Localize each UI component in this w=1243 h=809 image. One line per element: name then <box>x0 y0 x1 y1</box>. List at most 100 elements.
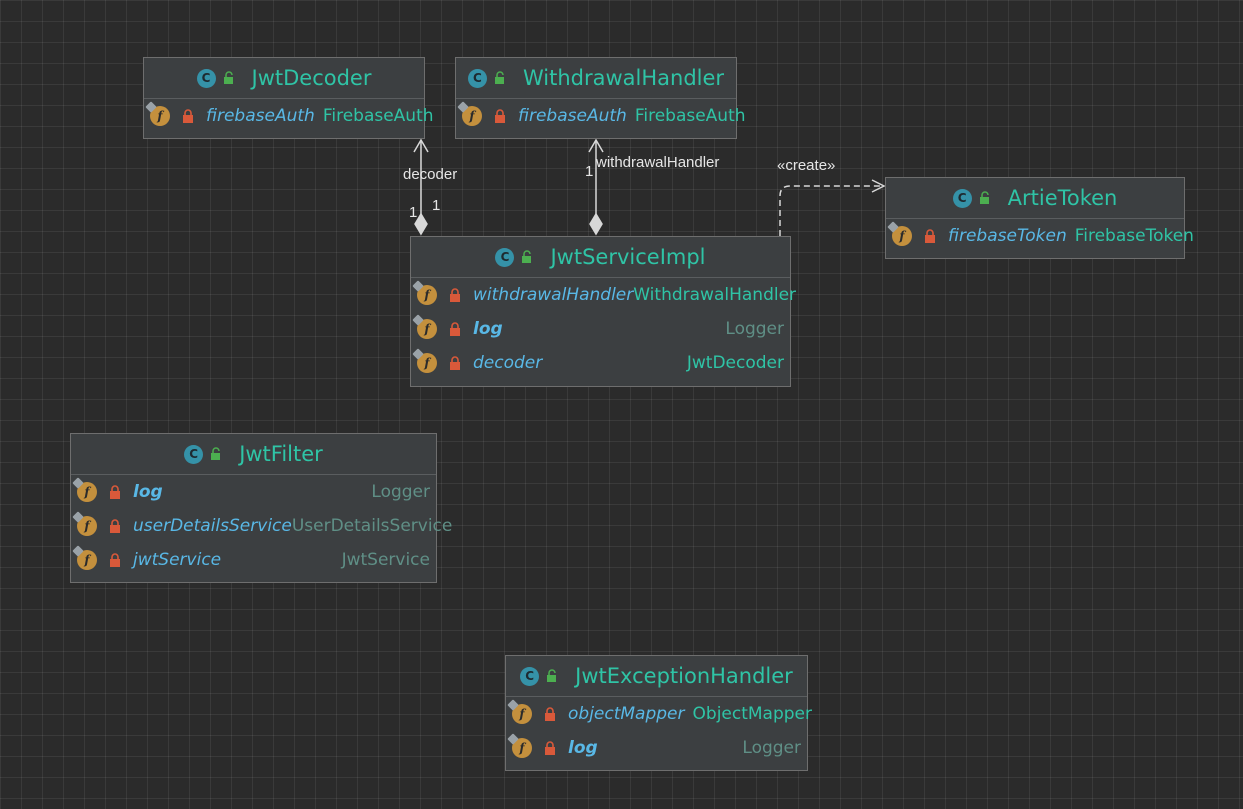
class-withdrawal-handler[interactable]: C WithdrawalHandler f firebaseAuth Fireb… <box>455 57 746 139</box>
field-icon-letter: f <box>424 322 430 336</box>
field-row[interactable]: f log Logger <box>411 312 790 346</box>
private-lock-icon <box>450 288 460 302</box>
public-visibility-icon <box>979 191 989 204</box>
class-header: C JwtServiceImpl <box>411 237 790 278</box>
field-row[interactable]: f firebaseAuth FirebaseAuth <box>144 99 434 133</box>
class-header: C JwtFilter <box>71 434 436 475</box>
field-name: log <box>133 482 163 502</box>
final-pin-icon <box>457 101 469 113</box>
field-row[interactable]: f firebaseToken FirebaseToken <box>886 219 1194 253</box>
final-pin-icon <box>412 314 424 326</box>
field-row[interactable]: f decoder JwtDecoder <box>411 346 790 380</box>
edge-label-withdrawal-handler: withdrawalHandler <box>596 154 720 171</box>
field-type: Logger <box>742 738 801 758</box>
class-icon: C <box>520 666 540 686</box>
final-pin-icon <box>507 733 519 745</box>
edge-mult-decoder-source: 1 <box>432 197 441 214</box>
field-icon: f <box>412 348 437 373</box>
private-lock-icon <box>545 741 555 755</box>
edge-create <box>779 179 886 236</box>
field-row[interactable]: f log Logger <box>506 731 807 765</box>
field-icon-letter: f <box>519 707 525 721</box>
field-type: FirebaseAuth <box>322 106 434 126</box>
class-header: C WithdrawalHandler <box>456 58 736 99</box>
field-icon-letter: f <box>899 229 905 243</box>
class-header: C JwtExceptionHandler <box>506 656 807 697</box>
field-name: log <box>568 738 598 758</box>
final-pin-icon <box>412 348 424 360</box>
field-type: FirebaseAuth <box>634 106 746 126</box>
field-icon: f <box>145 101 170 126</box>
class-header: C JwtDecoder <box>144 58 424 99</box>
field-icon: f <box>72 477 97 502</box>
class-name: JwtExceptionHandler <box>575 664 793 688</box>
field-name: firebaseToken <box>948 226 1067 246</box>
field-icon-letter: f <box>157 109 163 123</box>
public-visibility-icon <box>211 447 221 460</box>
edge-label-create: «create» <box>777 157 836 174</box>
field-type: Logger <box>725 319 784 339</box>
private-lock-icon <box>450 356 460 370</box>
field-icon-letter: f <box>84 553 90 567</box>
class-artie-token[interactable]: C ArtieToken f firebaseToken FirebaseTok… <box>885 177 1194 259</box>
class-icon: C <box>495 247 515 267</box>
field-icon: f <box>72 511 97 536</box>
field-type: FirebaseToken <box>1074 226 1194 246</box>
field-icon-letter: f <box>84 485 90 499</box>
private-lock-icon <box>110 485 120 499</box>
field-row[interactable]: f userDetailsService UserDetailsService <box>71 509 452 543</box>
field-icon: f <box>457 101 482 126</box>
private-lock-icon <box>495 109 505 123</box>
field-row[interactable]: f jwtService JwtService <box>71 543 436 577</box>
field-row[interactable]: f withdrawalHandler WithdrawalHandler <box>411 278 796 312</box>
field-icon-letter: f <box>424 288 430 302</box>
field-row[interactable]: f objectMapper ObjectMapper <box>506 697 812 731</box>
class-icon: C <box>467 68 487 88</box>
field-icon: f <box>887 221 912 246</box>
edge-mult-decoder-target: 1 <box>409 204 418 221</box>
field-name: objectMapper <box>568 704 685 724</box>
field-icon: f <box>72 545 97 570</box>
class-icon: C <box>196 68 216 88</box>
final-pin-icon <box>72 477 84 489</box>
field-icon: f <box>412 280 437 305</box>
class-name: WithdrawalHandler <box>522 66 725 90</box>
private-lock-icon <box>925 229 935 243</box>
field-icon: f <box>507 699 532 724</box>
final-pin-icon <box>72 511 84 523</box>
class-icon: C <box>952 188 972 208</box>
public-visibility-icon <box>547 669 557 682</box>
class-name: JwtFilter <box>239 442 323 466</box>
field-row[interactable]: f firebaseAuth FirebaseAuth <box>456 99 746 133</box>
field-name: firebaseAuth <box>518 106 627 126</box>
private-lock-icon <box>545 707 555 721</box>
public-visibility-icon <box>522 250 532 263</box>
class-jwt-filter[interactable]: C JwtFilter f log Logger f userDetailsSe… <box>70 433 452 583</box>
field-type: Logger <box>371 482 430 502</box>
final-pin-icon <box>145 101 157 113</box>
field-type: ObjectMapper <box>692 704 812 724</box>
field-type: JwtDecoder <box>686 353 784 373</box>
field-name: jwtService <box>133 550 222 570</box>
field-name: decoder <box>473 353 543 373</box>
class-jwt-exception-handler[interactable]: C JwtExceptionHandler f objectMapper Obj… <box>505 655 812 771</box>
field-icon-letter: f <box>424 356 430 370</box>
field-row[interactable]: f log Logger <box>71 475 436 509</box>
final-pin-icon <box>507 699 519 711</box>
field-icon-letter: f <box>469 109 475 123</box>
final-pin-icon <box>887 221 899 233</box>
class-name: JwtDecoder <box>251 66 372 90</box>
class-jwt-decoder[interactable]: C JwtDecoder f firebaseAuth FirebaseAuth <box>143 57 434 139</box>
field-name: log <box>473 319 503 339</box>
final-pin-icon <box>412 280 424 292</box>
field-name: withdrawalHandler <box>473 285 634 305</box>
class-header: C ArtieToken <box>886 178 1184 219</box>
class-jwt-service-impl[interactable]: C JwtServiceImpl f withdrawalHandler Wit… <box>410 236 796 387</box>
field-icon-letter: f <box>519 741 525 755</box>
final-pin-icon <box>72 545 84 557</box>
field-name: userDetailsService <box>133 516 292 536</box>
field-icon-letter: f <box>84 519 90 533</box>
field-icon: f <box>412 314 437 339</box>
private-lock-icon <box>110 519 120 533</box>
class-icon: C <box>184 444 204 464</box>
